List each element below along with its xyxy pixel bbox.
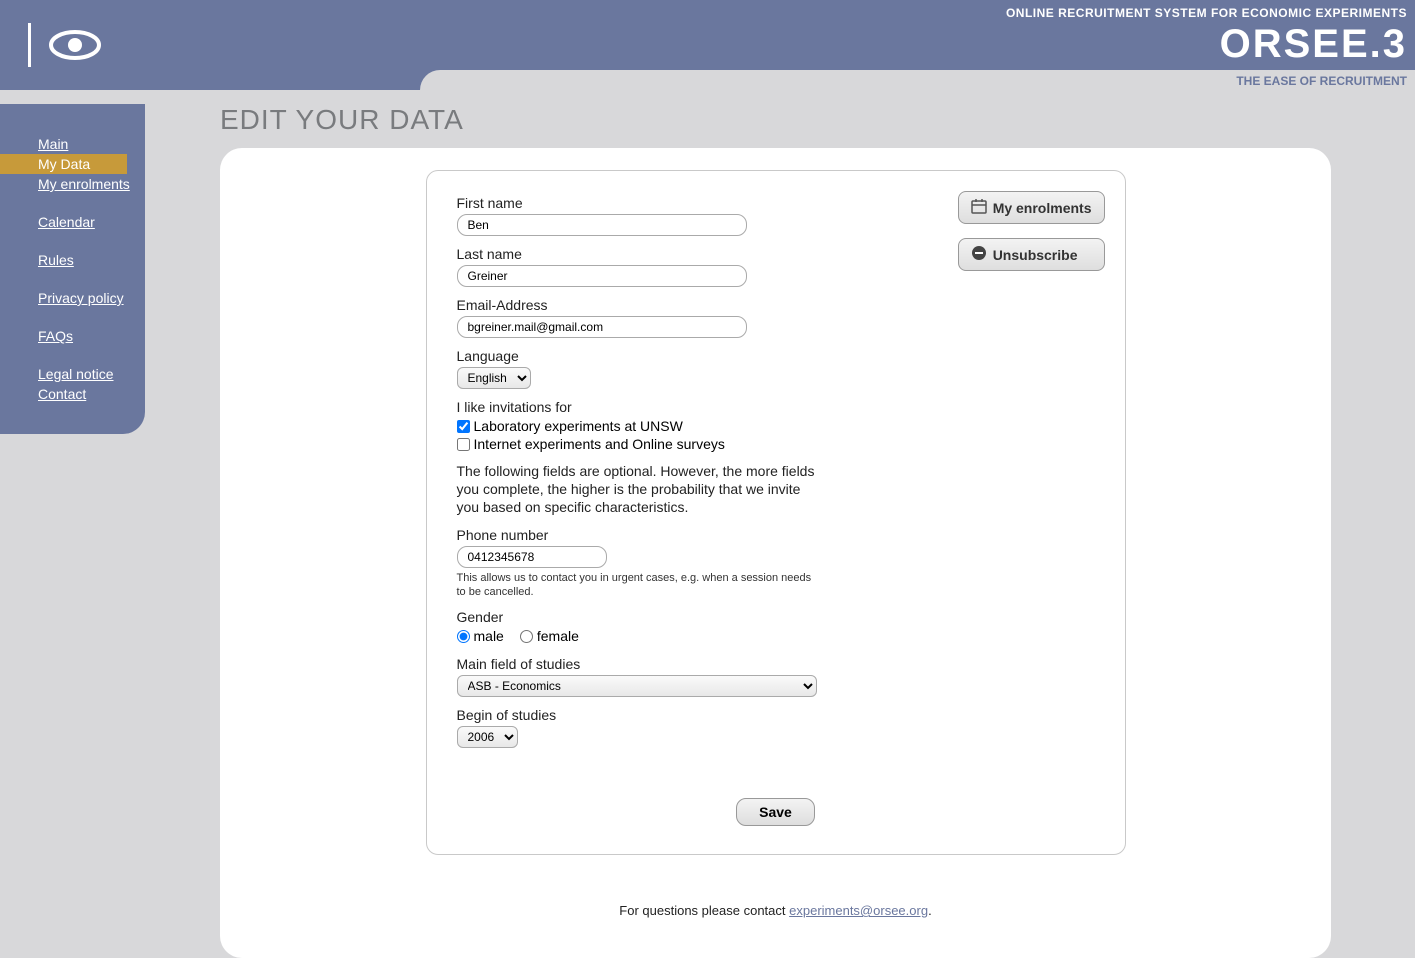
begin-label: Begin of studies xyxy=(457,707,1095,723)
invitation-internet-label: Internet experiments and Online surveys xyxy=(474,436,725,452)
field-select[interactable]: ASB - Economics xyxy=(457,675,817,697)
gender-female-radio[interactable] xyxy=(520,630,533,643)
sidebar-item-label[interactable]: Calendar xyxy=(38,214,95,230)
eye-icon xyxy=(49,29,101,61)
email-label: Email-Address xyxy=(457,297,1095,313)
invitation-internet-checkbox[interactable] xyxy=(457,438,470,451)
invitation-lab-checkbox[interactable] xyxy=(457,420,470,433)
begin-select[interactable]: 2006 xyxy=(457,726,518,748)
sidebar-item-label[interactable]: Privacy policy xyxy=(38,290,124,306)
topbar: ONLINE RECRUITMENT SYSTEM FOR ECONOMIC E… xyxy=(0,0,1415,90)
sidebar-item-main[interactable]: Main xyxy=(0,134,145,154)
sidebar-item-legal-notice[interactable]: Legal notice xyxy=(0,364,145,384)
my-enrolments-label: My enrolments xyxy=(993,200,1092,216)
phone-input[interactable] xyxy=(457,546,607,568)
footer-text: For questions please contact xyxy=(619,903,789,918)
language-label: Language xyxy=(457,348,1095,364)
sidebar-item-rules[interactable]: Rules xyxy=(0,250,145,270)
header-tagline: THE EASE OF RECRUITMENT xyxy=(1236,74,1407,88)
sidebar-item-calendar[interactable]: Calendar xyxy=(0,212,145,232)
logo-divider xyxy=(28,23,31,67)
sidebar-item-contact[interactable]: Contact xyxy=(0,384,145,404)
lastname-input[interactable] xyxy=(457,265,747,287)
sidebar-item-label[interactable]: FAQs xyxy=(38,328,73,344)
firstname-input[interactable] xyxy=(457,214,747,236)
header-title: ORSEE.3 xyxy=(1006,24,1407,64)
email-input[interactable] xyxy=(457,316,747,338)
footer-email-link[interactable]: experiments@orsee.org xyxy=(789,903,928,918)
optional-note: The following fields are optional. Howev… xyxy=(457,462,817,517)
sidebar-item-label[interactable]: Main xyxy=(38,136,68,152)
language-select[interactable]: English xyxy=(457,367,531,389)
sidebar-item-faqs[interactable]: FAQs xyxy=(0,326,145,346)
sidebar-item-label[interactable]: Rules xyxy=(38,252,74,268)
gender-male-radio[interactable] xyxy=(457,630,470,643)
save-button[interactable]: Save xyxy=(736,798,815,826)
sidebar: Main My Data My enrolments Calendar Rules Pri… xyxy=(0,104,145,434)
my-enrolments-button[interactable]: My enrolments xyxy=(958,191,1105,224)
sidebar-item-my-enrolments[interactable]: My enrolments xyxy=(0,174,145,194)
unsubscribe-label: Unsubscribe xyxy=(993,247,1078,263)
sidebar-item-my-data[interactable]: My Data xyxy=(0,154,127,174)
logo-area xyxy=(0,0,420,90)
header-subtitle: ONLINE RECRUITMENT SYSTEM FOR ECONOMIC E… xyxy=(1006,6,1407,20)
page-title: EDIT YOUR DATA xyxy=(220,104,1415,136)
content-card: My enrolments Unsubscribe First name Las… xyxy=(220,148,1331,958)
sidebar-item-label[interactable]: My enrolments xyxy=(38,176,130,192)
footer-contact: For questions please contact experiments… xyxy=(248,903,1303,918)
sidebar-item-label[interactable]: Legal notice xyxy=(38,366,114,382)
calendar-icon xyxy=(971,198,987,217)
gender-label: Gender xyxy=(457,609,1095,625)
invitations-label: I like invitations for xyxy=(457,399,1095,415)
sidebar-item-privacy-policy[interactable]: Privacy policy xyxy=(0,288,145,308)
invitation-lab-label: Laboratory experiments at UNSW xyxy=(474,418,683,434)
gender-male-label: male xyxy=(474,628,504,644)
field-label: Main field of studies xyxy=(457,656,1095,672)
minus-circle-icon xyxy=(971,245,987,264)
sidebar-item-label[interactable]: My Data xyxy=(38,156,90,172)
phone-label: Phone number xyxy=(457,527,1095,543)
sidebar-item-label[interactable]: Contact xyxy=(38,386,86,402)
phone-note: This allows us to contact you in urgent … xyxy=(457,571,817,600)
unsubscribe-button[interactable]: Unsubscribe xyxy=(958,238,1105,271)
footer-period: . xyxy=(928,903,932,918)
form-box: My enrolments Unsubscribe First name Las… xyxy=(426,170,1126,855)
gender-female-label: female xyxy=(537,628,579,644)
